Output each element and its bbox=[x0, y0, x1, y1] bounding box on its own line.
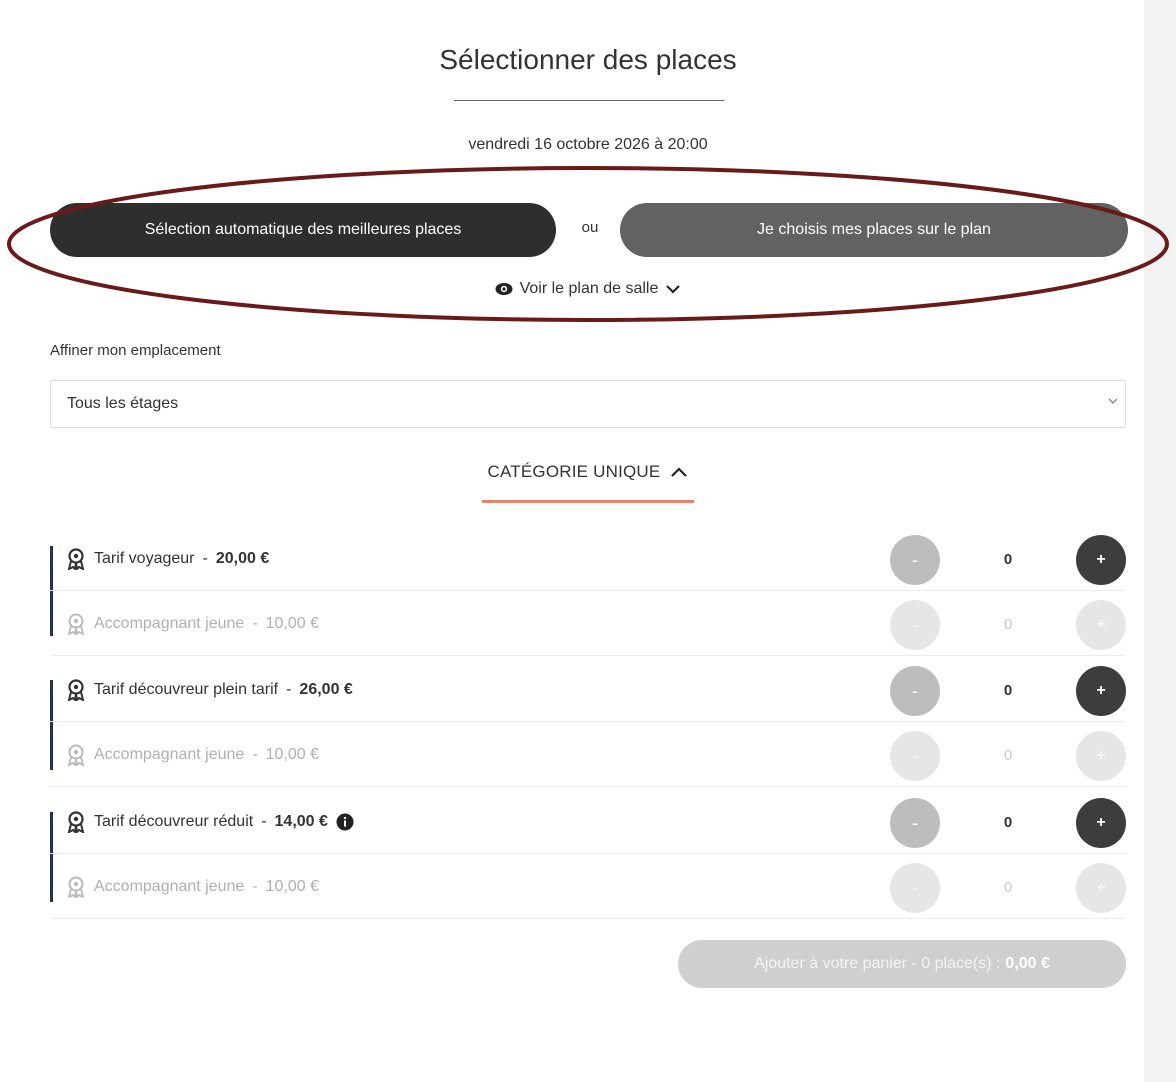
ticket-price: 10,00 € bbox=[265, 615, 320, 632]
ticket-name: Tarif découvreur réduit bbox=[94, 813, 254, 830]
view-seating-plan-link[interactable]: Voir le plan de salle bbox=[0, 280, 1176, 298]
add-to-cart-label: Ajouter à votre panier - 0 place(s) : bbox=[754, 955, 1001, 972]
ticket-name: Accompagnant jeune bbox=[94, 746, 245, 763]
ticket-price: 10,00 € bbox=[265, 878, 320, 895]
ticket-quantity: 0 bbox=[1003, 681, 1013, 699]
category-underline bbox=[482, 500, 694, 503]
row-divider bbox=[50, 721, 1126, 722]
decrease-button[interactable]: - bbox=[890, 731, 940, 781]
ticket-price: 10,00 € bbox=[265, 746, 320, 763]
chevron-up-icon bbox=[671, 466, 688, 477]
info-icon[interactable] bbox=[336, 813, 354, 831]
ticket-separator: - bbox=[252, 878, 258, 895]
ticket-price: 14,00 € bbox=[274, 813, 328, 830]
ticket-separator: - bbox=[202, 550, 208, 567]
cart-total: 0,00 € bbox=[1005, 955, 1050, 972]
decrease-button[interactable]: - bbox=[890, 600, 940, 650]
row-divider bbox=[50, 918, 1126, 919]
ticket-quantity: 0 bbox=[1003, 813, 1013, 831]
add-to-cart-button[interactable]: Ajouter à votre panier - 0 place(s) : 0,… bbox=[678, 940, 1126, 988]
page-title: Sélectionner des places bbox=[439, 44, 737, 75]
ticket-price: 26,00 € bbox=[299, 681, 353, 698]
ticket-quantity: 0 bbox=[1003, 746, 1013, 764]
category-toggle[interactable]: CATÉGORIE UNIQUE bbox=[0, 462, 1176, 482]
auto-select-label: Sélection automatique des meilleures pla… bbox=[144, 221, 462, 238]
award-icon bbox=[67, 548, 85, 570]
decrease-button[interactable]: - bbox=[890, 666, 940, 716]
award-icon bbox=[67, 876, 85, 898]
ticket-row: Accompagnant jeune - 10,00 € - 0 + bbox=[50, 592, 1126, 656]
ticket-row: Tarif voyageur - 20,00 € - 0 + bbox=[50, 527, 1126, 591]
chevron-down-icon bbox=[666, 285, 681, 294]
choose-on-plan-button[interactable]: Je choisis mes places sur le plan bbox=[620, 203, 1128, 257]
chevron-down-icon bbox=[1108, 398, 1118, 404]
ticket-row: Accompagnant jeune - 10,00 € - 0 + bbox=[50, 723, 1126, 787]
award-icon bbox=[67, 613, 85, 635]
category-title: CATÉGORIE UNIQUE bbox=[487, 462, 661, 481]
auto-select-button[interactable]: Sélection automatique des meilleures pla… bbox=[50, 203, 556, 257]
ticket-separator: - bbox=[286, 681, 292, 698]
row-divider bbox=[50, 786, 1126, 787]
ticket-quantity: 0 bbox=[1003, 550, 1013, 568]
increase-button[interactable]: + bbox=[1076, 535, 1126, 585]
right-scroll-area bbox=[1144, 0, 1176, 1082]
refine-location-label: Affiner mon emplacement bbox=[50, 342, 221, 359]
decrease-button[interactable]: - bbox=[890, 863, 940, 913]
row-divider bbox=[50, 590, 1126, 591]
increase-button[interactable]: + bbox=[1076, 863, 1126, 913]
floor-select[interactable]: Tous les étages bbox=[50, 380, 1126, 428]
decrease-button[interactable]: - bbox=[890, 535, 940, 585]
ticket-separator: - bbox=[252, 746, 258, 763]
ticket-row: Tarif découvreur plein tarif - 26,00 € -… bbox=[50, 658, 1126, 722]
ticket-quantity: 0 bbox=[1003, 615, 1013, 633]
title-divider bbox=[454, 100, 724, 101]
event-date: vendredi 16 octobre 2026 à 20:00 bbox=[468, 136, 708, 153]
row-divider bbox=[50, 853, 1126, 854]
increase-button[interactable]: + bbox=[1076, 666, 1126, 716]
decrease-button[interactable]: - bbox=[890, 798, 940, 848]
increase-button[interactable]: + bbox=[1076, 600, 1126, 650]
ticket-quantity: 0 bbox=[1003, 878, 1013, 896]
ticket-name: Tarif voyageur bbox=[94, 550, 195, 567]
ticket-separator: - bbox=[252, 615, 258, 632]
ticket-separator: - bbox=[261, 813, 267, 830]
award-icon bbox=[67, 811, 85, 833]
choose-on-plan-label: Je choisis mes places sur le plan bbox=[757, 221, 991, 238]
ticket-row: Tarif découvreur réduit - 14,00 € - 0 + bbox=[50, 790, 1126, 854]
increase-button[interactable]: + bbox=[1076, 798, 1126, 848]
view-seating-plan-label: Voir le plan de salle bbox=[519, 280, 659, 297]
eye-icon bbox=[495, 283, 513, 295]
floor-select-value: Tous les étages bbox=[67, 395, 179, 412]
or-label: ou bbox=[581, 219, 599, 236]
award-icon bbox=[67, 744, 85, 766]
row-divider bbox=[50, 655, 1126, 656]
award-icon bbox=[67, 679, 85, 701]
increase-button[interactable]: + bbox=[1076, 731, 1126, 781]
ticket-row: Accompagnant jeune - 10,00 € - 0 + bbox=[50, 855, 1126, 919]
ticket-price: 20,00 € bbox=[215, 550, 270, 567]
ticket-name: Tarif découvreur plein tarif bbox=[94, 681, 279, 698]
ticket-name: Accompagnant jeune bbox=[94, 615, 245, 632]
ticket-name: Accompagnant jeune bbox=[94, 878, 245, 895]
